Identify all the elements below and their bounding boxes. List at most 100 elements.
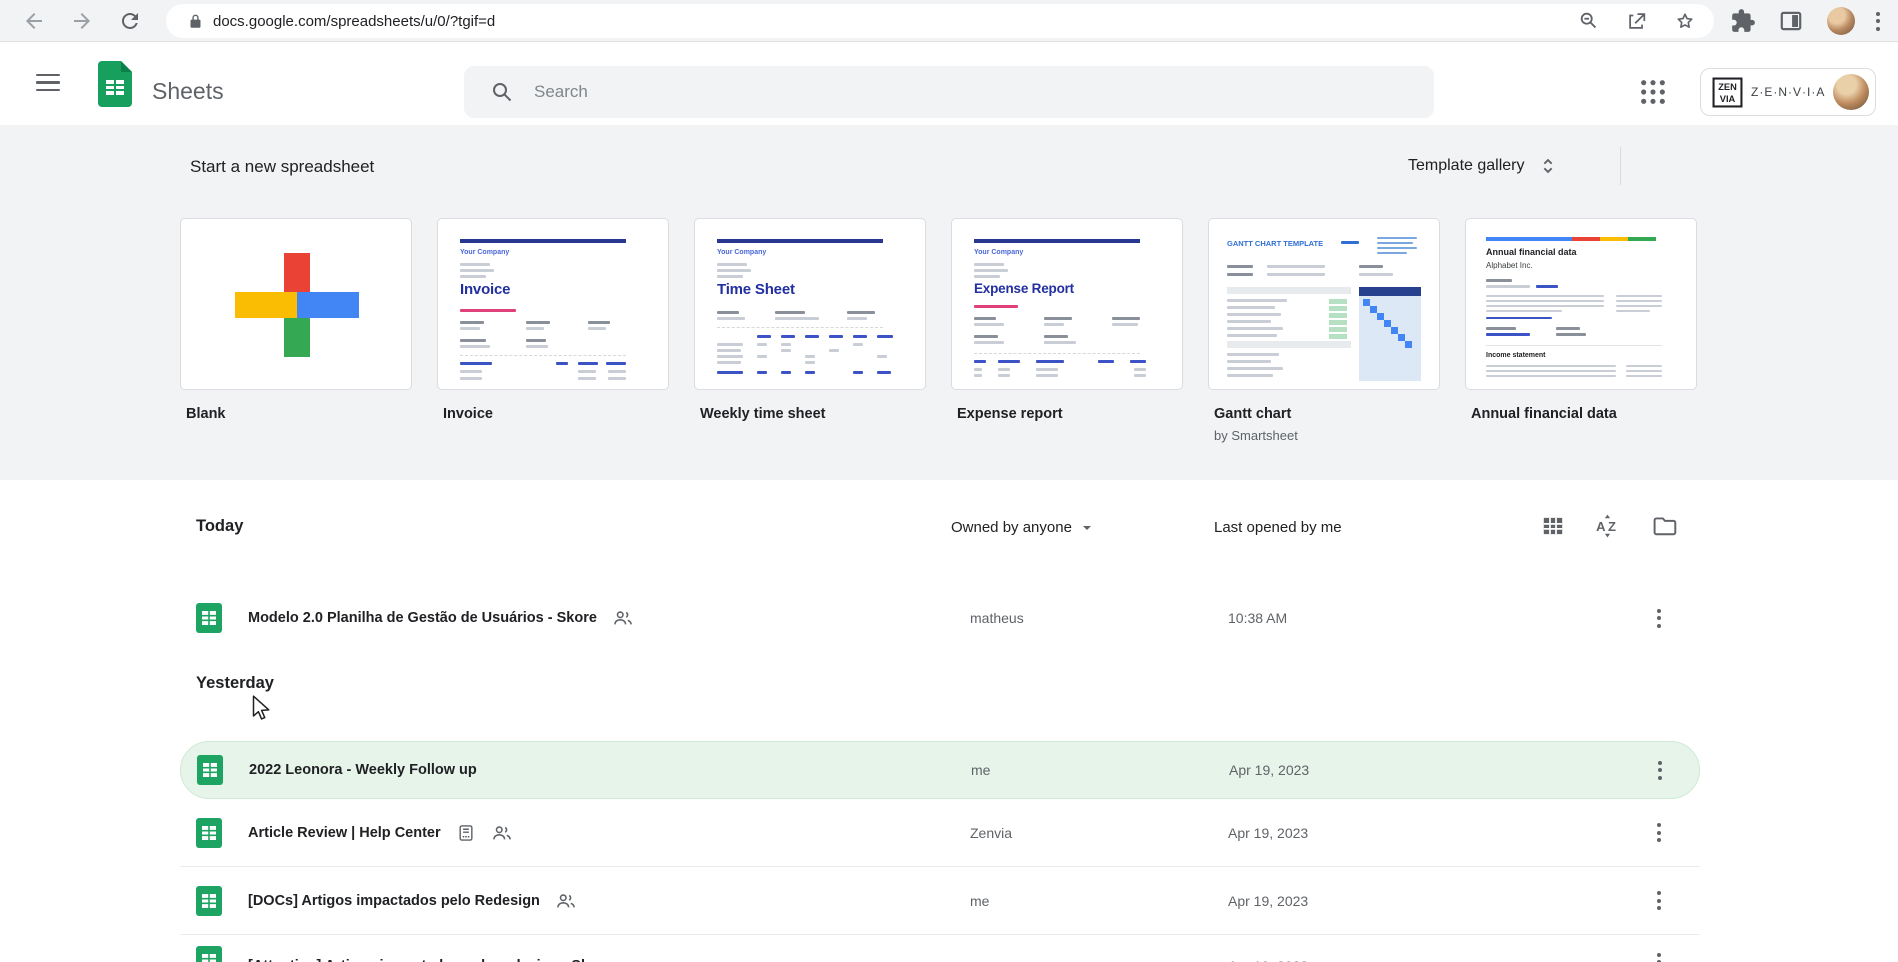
- file-opened: 10:38 AM: [1228, 610, 1288, 626]
- owner-filter-dropdown[interactable]: Owned by anyone: [951, 519, 1093, 536]
- file-row-partial[interactable]: [Attention] Artigos impactados pelo rede…: [180, 946, 1700, 962]
- file-opened: Apr 19, 2023: [1228, 958, 1308, 962]
- org-name: Z·E·N·V·I·A: [1751, 85, 1826, 99]
- lock-icon: [190, 14, 201, 28]
- template-card-annual-financial-data[interactable]: Annual financial data Alphabet Inc. Inco…: [1465, 218, 1697, 390]
- row-menu-icon[interactable]: [1647, 821, 1671, 845]
- caret-down-icon: [1082, 525, 1091, 530]
- template-gallery-button[interactable]: Template gallery: [1408, 149, 1559, 183]
- thumb-company: Your Company: [974, 249, 1024, 256]
- template-card-weekly-time-sheet[interactable]: Your Company Time Sheet: [694, 218, 926, 390]
- file-row[interactable]: Article Review | Help Center Zenvia Apr …: [180, 799, 1700, 867]
- account-chip[interactable]: ZEN VIA Z·E·N·V·I·A: [1700, 68, 1876, 116]
- template-section-title: Start a new spreadsheet: [190, 157, 375, 176]
- account-avatar[interactable]: [1833, 74, 1869, 110]
- file-title: [DOCs] Artigos impactados pelo Redesign: [248, 892, 540, 909]
- thumb-company: Alphabet Inc.: [1486, 261, 1533, 270]
- spreadsheet-file-icon: [196, 885, 222, 916]
- file-opened: Apr 19, 2023: [1229, 762, 1310, 778]
- template-label: Gantt chart: [1214, 406, 1292, 422]
- row-menu-icon[interactable]: [1647, 606, 1671, 630]
- zenvia-logo-icon: ZEN VIA: [1712, 77, 1743, 107]
- browser-profile-avatar[interactable]: [1827, 7, 1855, 35]
- search-icon: [493, 83, 512, 102]
- template-card-invoice[interactable]: Your Company Invoice: [437, 218, 669, 390]
- spreadsheet-file-icon: [196, 603, 222, 633]
- file-opened: Apr 19, 2023: [1228, 892, 1309, 909]
- file-title: Article Review | Help Center: [248, 824, 441, 841]
- spreadsheet-file-icon: [196, 817, 222, 848]
- template-sublabel: by Smartsheet: [1214, 428, 1298, 443]
- file-row[interactable]: Modelo 2.0 Planilha de Gestão de Usuário…: [180, 588, 1700, 648]
- template-section: Start a new spreadsheet Template gallery…: [0, 125, 1898, 480]
- template-label: Expense report: [957, 406, 1063, 422]
- bookmark-star-icon[interactable]: [1674, 10, 1696, 32]
- list-header: Today Owned by anyone Last opened by me …: [0, 505, 1898, 549]
- template-card-expense-report[interactable]: Your Company Expense Report: [951, 218, 1183, 390]
- grid-view-icon[interactable]: [1540, 513, 1566, 539]
- divider: [1620, 147, 1621, 185]
- section-yesterday: Yesterday: [196, 674, 274, 692]
- template-label: Invoice: [443, 406, 493, 422]
- file-owner: me: [970, 892, 990, 909]
- file-owner: Zenvia: [970, 824, 1013, 841]
- url-text: docs.google.com/spreadsheets/u/0/?tgif=d: [213, 12, 496, 30]
- template-label: Weekly time sheet: [700, 406, 826, 422]
- svg-text:Z: Z: [1608, 519, 1616, 534]
- forward-icon[interactable]: [70, 9, 94, 33]
- browser-menu-icon[interactable]: [1868, 8, 1888, 34]
- folder-icon[interactable]: [1652, 513, 1678, 539]
- section-today: Today: [196, 517, 244, 535]
- side-panel-icon[interactable]: [1778, 8, 1804, 34]
- last-opened-sort[interactable]: Last opened by me: [1214, 519, 1342, 536]
- file-row[interactable]: [DOCs] Artigos impactados pelo Redesign …: [180, 867, 1700, 935]
- share-icon[interactable]: [1626, 10, 1648, 32]
- shared-people-icon: [557, 893, 575, 907]
- svg-text:ZEN: ZEN: [1718, 81, 1737, 91]
- row-menu-icon[interactable]: [1647, 950, 1671, 962]
- template-label: Blank: [186, 406, 226, 422]
- spreadsheet-file-icon: [196, 946, 222, 962]
- app-name: Sheets: [152, 78, 224, 104]
- file-owner: me: [971, 762, 991, 778]
- google-apps-grid-icon[interactable]: [1639, 78, 1667, 106]
- thumb-section: Income statement: [1486, 352, 1546, 359]
- file-title: [Attention] Artigos impactados pelo rede…: [248, 958, 612, 962]
- svg-text:A: A: [1596, 519, 1606, 534]
- plus-yellow: [235, 292, 297, 318]
- template-gallery-label: Template gallery: [1408, 157, 1525, 174]
- sort-az-icon[interactable]: AZ: [1595, 513, 1621, 539]
- thumb-title: Invoice: [460, 281, 511, 298]
- template-cards: Blank Your Company Invoice Invoice Your …: [180, 218, 1697, 443]
- main-menu-icon[interactable]: [36, 74, 60, 92]
- shared-people-icon: [492, 825, 511, 839]
- badge-icon: [459, 824, 473, 841]
- file-title: 2022 Leonora - Weekly Follow up: [249, 762, 477, 778]
- zoom-out-icon[interactable]: [1578, 10, 1600, 32]
- svg-text:VIA: VIA: [1720, 93, 1736, 103]
- file-row-selected[interactable]: 2022 Leonora - Weekly Follow up me Apr 1…: [180, 741, 1700, 799]
- thumb-title: GANTT CHART TEMPLATE: [1227, 239, 1324, 248]
- mouse-cursor: [252, 695, 270, 720]
- template-card-blank[interactable]: [180, 218, 412, 390]
- extensions-puzzle-icon[interactable]: [1730, 8, 1756, 34]
- back-icon[interactable]: [22, 9, 46, 33]
- row-menu-icon[interactable]: [1648, 758, 1672, 782]
- file-opened: Apr 19, 2023: [1228, 824, 1309, 841]
- template-card-gantt-chart[interactable]: GANTT CHART TEMPLATE: [1208, 218, 1440, 390]
- file-title: Modelo 2.0 Planilha de Gestão de Usuário…: [248, 610, 597, 626]
- thumb-title: Annual financial data: [1486, 247, 1577, 257]
- owner-filter-label: Owned by anyone: [951, 519, 1072, 536]
- search-input[interactable]: [534, 82, 1334, 102]
- google-sheets-home: docs.google.com/spreadsheets/u/0/?tgif=d…: [0, 0, 1898, 962]
- refresh-icon[interactable]: [118, 9, 142, 33]
- thumb-company: Your Company: [460, 249, 510, 256]
- file-owner: matheus: [970, 610, 1024, 626]
- template-label: Annual financial data: [1471, 406, 1617, 422]
- sheets-logo-icon[interactable]: [98, 61, 132, 107]
- browser-toolbar: docs.google.com/spreadsheets/u/0/?tgif=d: [0, 0, 1898, 42]
- search-bar: [464, 66, 1434, 118]
- address-bar[interactable]: docs.google.com/spreadsheets/u/0/?tgif=d: [166, 4, 1714, 38]
- row-menu-icon[interactable]: [1647, 889, 1671, 913]
- thumb-title: Expense Report: [974, 281, 1074, 296]
